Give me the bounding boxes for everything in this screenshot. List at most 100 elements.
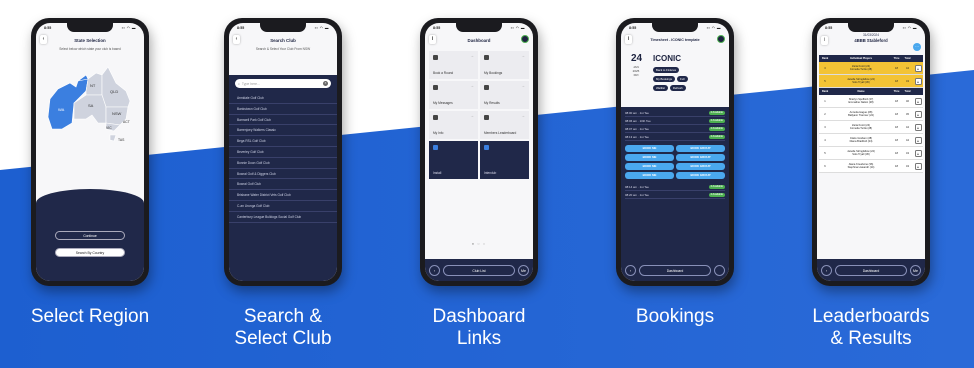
australia-map[interactable]: WA NT QLD SA NSW VIC ACT TAS	[44, 65, 136, 145]
club-item[interactable]: Canterbury League Bulldogs Social Golf C…	[229, 212, 337, 223]
more-icon[interactable]: ···	[913, 43, 921, 51]
table-row[interactable]: 4 Claire Graham (28) Diana Bradford (24) …	[819, 134, 923, 147]
tile-label: My Info	[433, 131, 444, 135]
tee-row[interactable]: 08:07 am · 1st Tee 4 Available	[625, 125, 725, 133]
book-group-button[interactable]: BOOK GROUP	[676, 145, 725, 152]
tee-row[interactable]: 08:00 am · 1st Tee 4 Available	[625, 109, 725, 117]
scorecard-icon[interactable]: ♙	[914, 77, 922, 85]
tile-my-results[interactable]: → My Results	[480, 81, 529, 109]
table-row[interactable]: 3 Zaria Knott (24) Cornelia Turtle (28) 1…	[819, 121, 923, 134]
tile-install[interactable]: Install	[429, 141, 478, 179]
refresh-button[interactable]: Refresh	[669, 85, 686, 91]
clear-icon[interactable]: ×	[323, 81, 328, 86]
me-button[interactable]: Me	[518, 264, 529, 276]
table-row[interactable]: 2 Annetta Hague (28) Ballyann Tranmer (24…	[819, 108, 923, 121]
tee-row[interactable]: 08:06 am · 10th Tee 4 Available	[625, 117, 725, 125]
screen: 8:55 ▪▪ ◠ ▬ i Dashboard → Book a Round → M…	[425, 23, 533, 281]
tile-interclub[interactable]: Interclub	[480, 141, 529, 179]
back-button[interactable]: ‹	[40, 35, 47, 44]
table-row[interactable]: 6 Alana Kneebone (36) Stephina Lissandri …	[819, 160, 923, 173]
search-by-country-button[interactable]: Search By Country	[55, 248, 125, 257]
club-item[interactable]: Bega RSL Golf Club	[229, 136, 337, 147]
waitlist-button[interactable]: Waitlist	[653, 85, 668, 91]
scorecard-icon[interactable]: ♙	[914, 110, 922, 118]
search-input[interactable]: ⌕ Type here... ×	[235, 79, 331, 88]
rank-cell: 2	[824, 112, 826, 116]
region-sa[interactable]	[73, 94, 107, 124]
region-qld[interactable]	[101, 66, 131, 108]
book-group-button[interactable]: BOOK GROUP	[676, 172, 725, 179]
tee-row[interactable]: 08:13 am · 1st Tee 4 Available	[625, 133, 725, 141]
club-item[interactable]: Bowral Golf Club	[229, 179, 337, 191]
page-title: Dashboard	[467, 37, 491, 43]
club-item[interactable]: Armidale Golf Club	[229, 93, 337, 104]
phone-search-club: 8:55 ▪▪ ◠ ▬ ‹ Search Club Search & Selec…	[224, 18, 342, 286]
scorecard-icon[interactable]: ♙	[914, 123, 922, 131]
availability-badge: 4 Available	[708, 192, 725, 197]
continue-button[interactable]: Continue	[55, 231, 125, 240]
tile-my-messages[interactable]: → My Messages	[429, 81, 478, 109]
caption-line: Dashboard	[432, 306, 526, 327]
tee-time: 08:07 am	[625, 126, 638, 131]
tee-name: 1st Tee	[639, 110, 649, 115]
total-cell: 43	[906, 164, 909, 168]
club-item[interactable]: Barrenjoey Walkers Classic	[229, 125, 337, 137]
club-item[interactable]: C-an Urunga Golf Club	[229, 201, 337, 212]
signal-icon: ▪▪ ◠ ▬	[121, 26, 136, 30]
my-bookings-button[interactable]: My Bookings	[653, 76, 676, 82]
full-filter-button[interactable]: Full	[677, 76, 688, 82]
info-button[interactable]: i	[429, 35, 436, 44]
scorecard-icon[interactable]: ♙	[914, 149, 922, 157]
club-list-button[interactable]: Club List	[443, 264, 515, 276]
table-row[interactable]: 5 Janelle Stringfellow (24) Solo Tryall (…	[819, 75, 923, 88]
region-tas[interactable]	[109, 134, 117, 142]
back-button[interactable]: ‹	[233, 35, 240, 44]
scorecard-icon[interactable]: ♙	[914, 97, 922, 105]
tile-members-leaderboard[interactable]: → Members Leaderboard	[480, 111, 529, 139]
tile-my-bookings[interactable]: → My Bookings	[480, 51, 529, 79]
book-group-button[interactable]: BOOK GROUP	[676, 163, 725, 170]
dashboard-button[interactable]: Dashboard	[835, 264, 907, 276]
tile-my-info[interactable]: → My Info	[429, 111, 478, 139]
tile-label: My Messages	[433, 101, 453, 105]
info-button[interactable]: i	[625, 35, 632, 44]
table-row[interactable]: 3 Zaria Knott (24) Cornelia Turtle (28) 1…	[819, 62, 923, 75]
club-item[interactable]: Barnwell Park Golf Club	[229, 115, 337, 126]
signal-icon: ▪▪ ◠ ▬	[510, 26, 525, 30]
table-row[interactable]: 5 Janelle Stringfellow (24) Solo Tryall (…	[819, 147, 923, 160]
player-name: Cornelia Turtle (28)	[849, 127, 873, 130]
dashboard-button[interactable]: Dashboard	[639, 264, 711, 276]
club-item[interactable]: Bonnie Doon Golf Club	[229, 158, 337, 169]
book-me-button[interactable]: BOOK ME	[625, 154, 674, 161]
book-me-button[interactable]: BOOK ME	[625, 145, 674, 152]
thru-cell: 18	[895, 164, 898, 168]
scorecard-icon[interactable]: ♙	[914, 64, 922, 72]
me-button[interactable]: Me	[910, 264, 921, 276]
tee-row[interactable]: 08:20 am · 1st Tee 4 Available	[625, 191, 725, 199]
status-time: 8:55	[237, 26, 245, 30]
leaderboard-table: Rank Individual Players Thru Total 3 Zar…	[819, 55, 923, 173]
club-item[interactable]: Beverley Golf Club	[229, 147, 337, 158]
back-circle-button[interactable]: ‹	[625, 264, 636, 276]
tee-name: 10th Tee	[639, 118, 651, 123]
table-row[interactable]: 1 Sharlyn Spofford (47) Emmaline Nation (…	[819, 95, 923, 108]
back-circle-button[interactable]: ‹	[821, 264, 832, 276]
book-group-button[interactable]: BOOK GROUP	[676, 154, 725, 161]
install-icon	[433, 145, 438, 150]
results-icon	[484, 85, 489, 90]
scorecard-icon[interactable]: ♙	[914, 162, 922, 170]
rank-cell: 1	[824, 99, 826, 103]
book-me-button[interactable]: BOOK ME	[625, 172, 674, 179]
tile-book-a-round[interactable]: → Book a Round	[429, 51, 478, 79]
tee-row[interactable]: 08:14 am · 1st Tee 4 Available	[625, 183, 725, 191]
back-circle-button[interactable]: ‹	[429, 264, 440, 276]
club-item[interactable]: Bowral Golf & Diggers Club	[229, 169, 337, 180]
back-to-fixtures-button[interactable]: Back to Fixtures	[653, 67, 680, 73]
club-item[interactable]: Brisbane Water District Vets Golf Club	[229, 190, 337, 201]
profile-button[interactable]	[714, 264, 725, 276]
page-subtitle: Select below which state your club is ba…	[59, 47, 121, 51]
scorecard-icon[interactable]: ♙	[914, 136, 922, 144]
club-item[interactable]: Bankstown Golf Club	[229, 104, 337, 115]
book-me-button[interactable]: BOOK ME	[625, 163, 674, 170]
column-header: Total	[904, 90, 911, 93]
